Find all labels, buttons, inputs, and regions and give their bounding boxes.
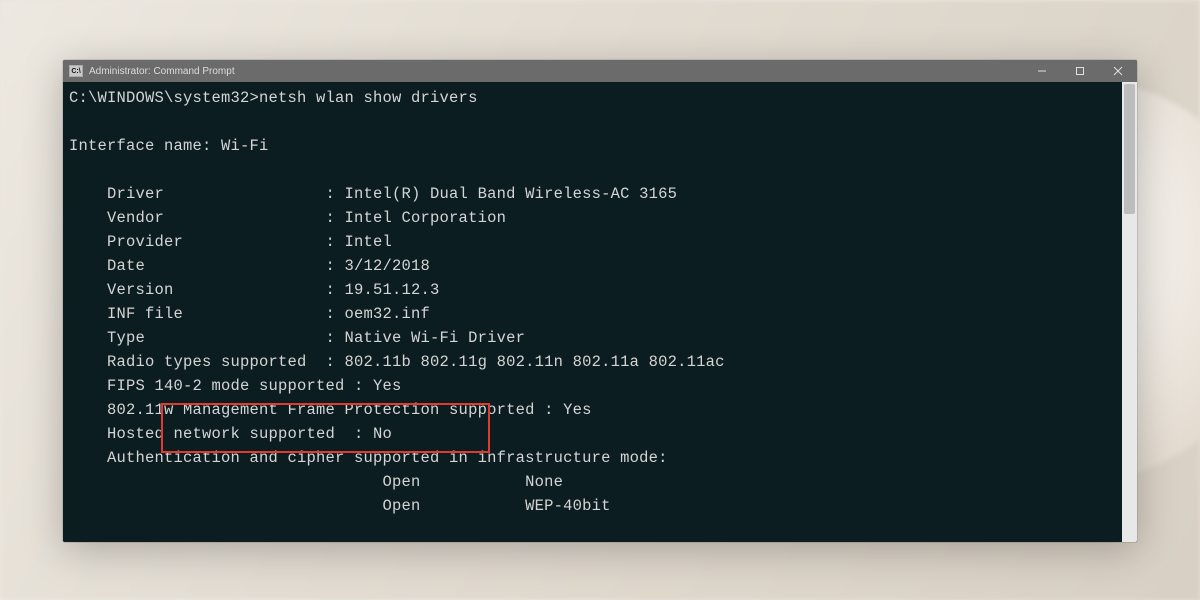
- maximize-icon: [1075, 66, 1085, 76]
- scrollbar-thumb[interactable]: [1124, 84, 1135, 214]
- minimize-icon: [1037, 66, 1047, 76]
- vertical-scrollbar[interactable]: [1122, 82, 1137, 542]
- maximize-button[interactable]: [1061, 60, 1099, 82]
- window-title: Administrator: Command Prompt: [89, 66, 1023, 77]
- minimize-button[interactable]: [1023, 60, 1061, 82]
- command-prompt-window: C:\ Administrator: Command Prompt C:\WIN…: [63, 60, 1137, 542]
- close-icon: [1113, 66, 1123, 76]
- close-button[interactable]: [1099, 60, 1137, 82]
- cmd-icon: C:\: [69, 65, 83, 77]
- terminal-output[interactable]: C:\WINDOWS\system32>netsh wlan show driv…: [63, 82, 1137, 542]
- window-titlebar[interactable]: C:\ Administrator: Command Prompt: [63, 60, 1137, 82]
- window-controls: [1023, 60, 1137, 82]
